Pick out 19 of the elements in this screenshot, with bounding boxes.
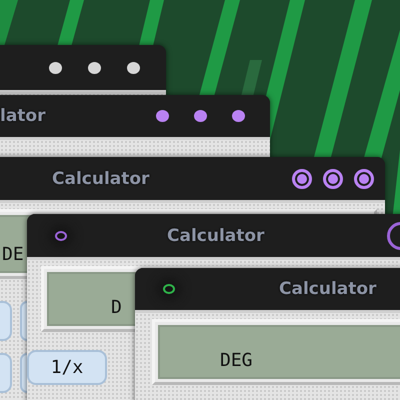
window-control-icon[interactable] (194, 110, 207, 122)
calculator-button[interactable]: 1/x (27, 350, 107, 385)
window-control-icon[interactable] (292, 168, 312, 188)
display-text: DE (2, 244, 24, 265)
window-control-icon[interactable] (354, 168, 374, 188)
display-text: DEG (220, 350, 253, 371)
window-control-icon[interactable] (232, 110, 245, 122)
window-control-icon[interactable] (127, 62, 140, 74)
window-title: Calculator (52, 168, 150, 188)
menu-icon[interactable] (55, 230, 67, 240)
window-control-icon[interactable] (156, 110, 169, 122)
window-control-icon[interactable] (49, 62, 62, 74)
window-title: Calculator (167, 226, 264, 246)
window-title: lator (0, 106, 46, 126)
window-control-icon[interactable] (88, 62, 101, 74)
window-control-icon[interactable] (323, 168, 343, 188)
display-text: D (111, 297, 122, 318)
window-title: Calculator (279, 279, 376, 299)
menu-icon[interactable] (163, 284, 175, 294)
